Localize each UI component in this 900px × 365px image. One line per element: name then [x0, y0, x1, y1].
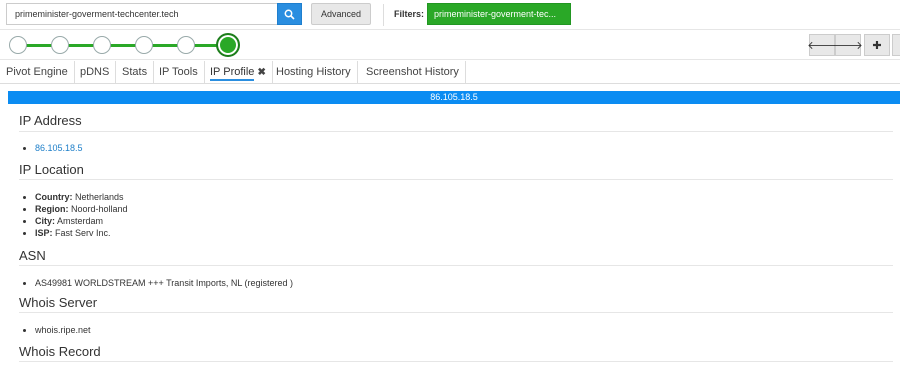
arrow-right-icon: 🡒	[833, 40, 863, 52]
step-3[interactable]	[93, 36, 111, 54]
tab-label: pDNS	[80, 66, 110, 78]
tab-screenshot-history[interactable]: Screenshot History	[360, 61, 466, 84]
list-item: whois.ripe.net	[35, 324, 91, 336]
region-value: Noord-holland	[71, 204, 128, 214]
tab-hosting-history[interactable]: Hosting History	[270, 61, 358, 84]
divider	[19, 179, 893, 180]
step-5[interactable]	[177, 36, 195, 54]
close-icon[interactable]: ✖	[257, 67, 265, 78]
list-item: Country: Netherlands	[35, 191, 128, 203]
ip-location-heading: IP Location	[19, 162, 84, 177]
list-item: ISP: Fast Serv Inc.	[35, 227, 128, 239]
city-label: City:	[35, 216, 55, 226]
tab-bar: Pivot Engine pDNS Stats IP Tools IP Prof…	[0, 61, 900, 84]
add-button[interactable]: ✚	[864, 34, 890, 56]
plus-icon: ✚	[872, 39, 882, 52]
list-item: Region: Noord-holland	[35, 203, 128, 215]
tab-label: Hosting History	[276, 66, 351, 78]
tab-ip-tools[interactable]: IP Tools	[153, 61, 205, 84]
whois-server-heading: Whois Server	[19, 295, 98, 310]
step-2[interactable]	[51, 36, 69, 54]
ip-location-list: Country: Netherlands Region: Noord-holla…	[35, 191, 128, 239]
divider	[19, 131, 893, 132]
isp-value: Fast Serv Inc.	[55, 228, 111, 238]
steps-connector	[18, 44, 228, 47]
city-value: Amsterdam	[57, 216, 104, 226]
tab-ip-profile[interactable]: IP Profile ✖	[204, 61, 273, 84]
list-item: AS49981 WORLDSTREAM +++ Transit Imports,…	[35, 277, 293, 289]
step-1[interactable]	[9, 36, 27, 54]
asn-value: AS49981 WORLDSTREAM +++ Transit Imports,…	[35, 278, 294, 288]
filter-chip[interactable]: primeminister-goverment-tec...	[427, 3, 571, 25]
more-button[interactable]	[892, 34, 900, 56]
country-label: Country:	[35, 192, 73, 202]
back-button[interactable]: 🡐	[807, 34, 837, 56]
region-label: Region:	[35, 204, 69, 214]
advanced-button[interactable]: Advanced	[311, 3, 371, 25]
tab-stats[interactable]: Stats	[116, 61, 155, 84]
divider	[383, 4, 384, 26]
tab-label: Stats	[122, 66, 148, 78]
whois-server-value: whois.ripe.net	[35, 325, 91, 335]
search-button[interactable]	[277, 3, 302, 25]
ip-address-list: 86.105.18.5	[35, 142, 83, 154]
pivot-steps: 🡐 🡒 ✚	[0, 30, 900, 60]
search-icon	[284, 9, 295, 20]
tab-pdns[interactable]: pDNS	[74, 61, 117, 84]
ip-address-link[interactable]: 86.105.18.5	[35, 143, 83, 153]
forward-button[interactable]: 🡒	[833, 34, 863, 56]
asn-heading: ASN	[19, 248, 46, 263]
search-input[interactable]	[6, 3, 277, 25]
whois-record-heading: Whois Record	[19, 344, 101, 359]
search-bar: Advanced Filters: primeminister-govermen…	[0, 0, 900, 30]
asn-list: AS49981 WORLDSTREAM +++ Transit Imports,…	[35, 277, 293, 289]
tab-label: Pivot Engine	[6, 66, 68, 78]
step-4[interactable]	[135, 36, 153, 54]
list-item: City: Amsterdam	[35, 215, 128, 227]
filters-label: Filters:	[394, 9, 425, 19]
isp-label: ISP:	[35, 228, 53, 238]
country-value: Netherlands	[75, 192, 124, 202]
tab-label: IP Tools	[159, 66, 198, 78]
list-item: 86.105.18.5	[35, 142, 83, 154]
tab-pivot-engine[interactable]: Pivot Engine	[0, 61, 75, 84]
tab-label: Screenshot History	[366, 66, 459, 78]
step-current[interactable]	[216, 33, 240, 57]
divider	[19, 361, 893, 362]
whois-server-list: whois.ripe.net	[35, 324, 91, 336]
tab-label: IP Profile	[210, 66, 255, 81]
divider	[19, 265, 893, 266]
ip-header-bar: 86.105.18.5	[8, 91, 900, 104]
divider	[19, 312, 893, 313]
ip-address-heading: IP Address	[19, 113, 82, 128]
